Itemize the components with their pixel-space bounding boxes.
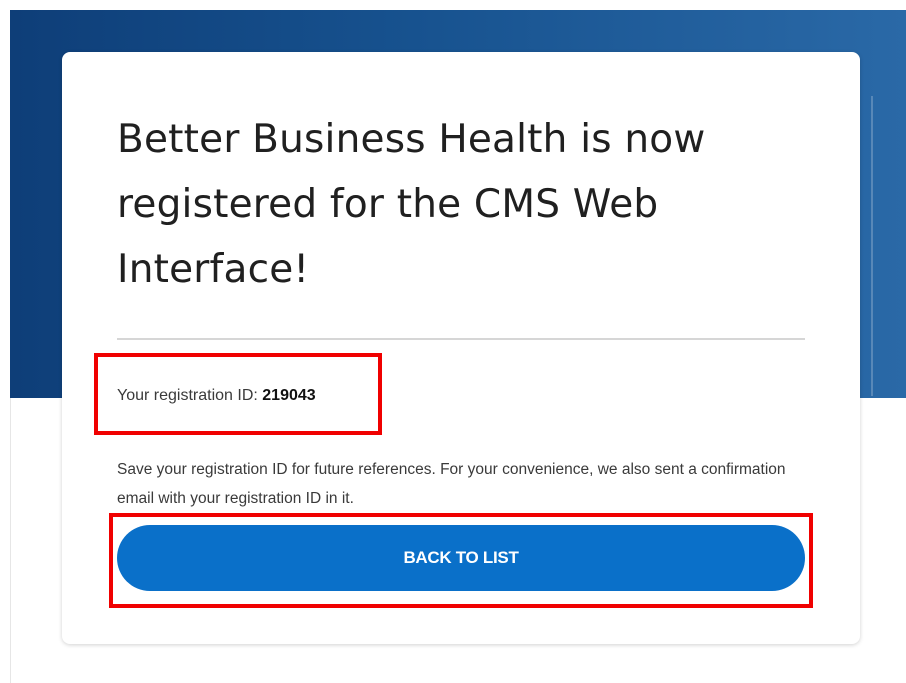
registration-id-line: Your registration ID: 219043 xyxy=(117,386,316,406)
scroll-track xyxy=(871,96,873,396)
registration-id-value: 219043 xyxy=(262,387,316,404)
confirmation-card: Better Business Health is now registered… xyxy=(62,52,860,644)
divider xyxy=(117,338,805,340)
page: Better Business Health is now registered… xyxy=(0,0,906,683)
registration-id-label: Your registration ID: xyxy=(117,387,263,404)
registration-info-text: Save your registration ID for future ref… xyxy=(117,461,786,507)
confirmation-title: Better Business Health is now registered… xyxy=(117,117,706,292)
left-border-line xyxy=(10,398,11,683)
back-to-list-button[interactable]: BACK TO LIST xyxy=(117,525,805,591)
